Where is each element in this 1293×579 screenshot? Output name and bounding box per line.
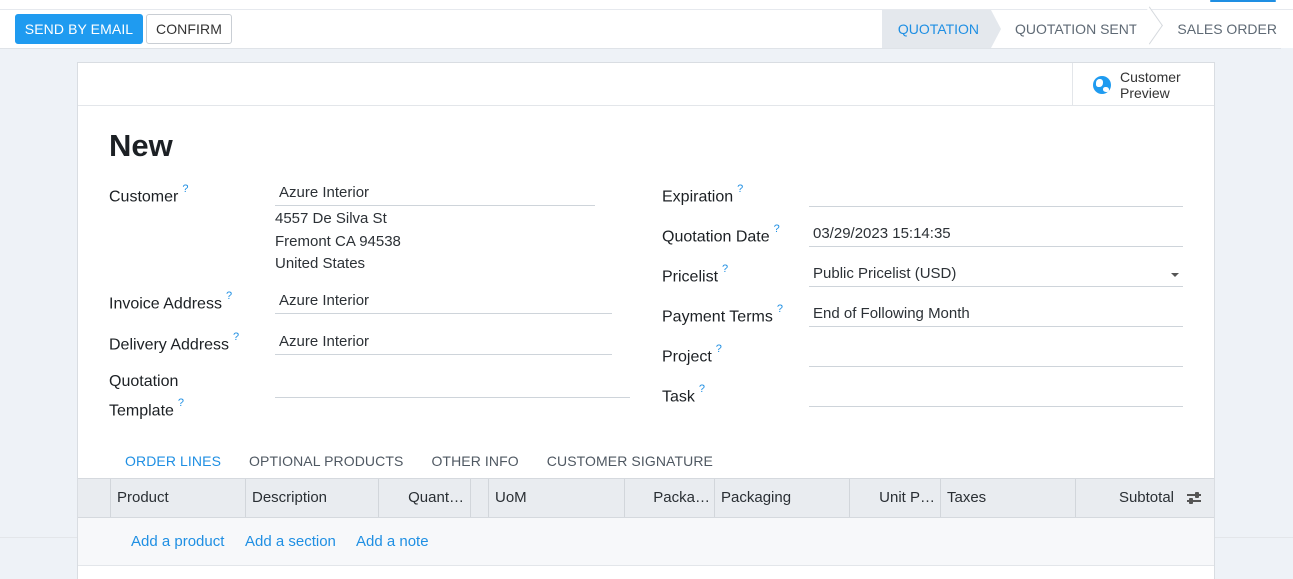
project-label-text: Project (662, 348, 712, 366)
button-box: Customer Preview (78, 63, 1214, 106)
stage-quotation[interactable]: QUOTATION (881, 10, 1002, 48)
help-icon[interactable]: ? (178, 397, 184, 409)
stage-sales-order[interactable]: SALES ORDER (1153, 10, 1293, 48)
expiration-label-text: Expiration (662, 188, 734, 206)
payment-terms-field[interactable]: End of Following Month (809, 302, 1183, 327)
column-header-taxes[interactable]: Taxes (940, 479, 1075, 517)
column-header-product[interactable]: Product (110, 479, 245, 517)
delivery-address-field[interactable]: Azure Interior (275, 330, 612, 355)
customer-address-line: 4557 De Silva St (275, 210, 387, 227)
quotation-date-label-text: Quotation Date (662, 228, 770, 246)
help-icon[interactable]: ? (722, 263, 728, 275)
expiration-label: Expiration? (662, 180, 743, 209)
quotation-date-field[interactable]: 03/29/2023 15:14:35 (809, 222, 1183, 247)
project-label: Project? (662, 340, 722, 369)
quotation-date-label: Quotation Date? (662, 220, 780, 249)
top-bar (0, 0, 1293, 10)
globe-icon (1093, 75, 1111, 94)
pricelist-label: Pricelist? (662, 260, 728, 289)
help-icon[interactable]: ? (774, 223, 780, 235)
pricelist-value: Public Pricelist (USD) (813, 265, 957, 282)
task-field[interactable] (809, 382, 1183, 407)
help-icon[interactable]: ? (716, 343, 722, 355)
invoice-address-label: Invoice Address? (109, 287, 232, 316)
tab-order-lines[interactable]: ORDER LINES (111, 446, 235, 478)
add-product-link[interactable]: Add a product (131, 533, 224, 550)
customer-address-line: Fremont CA 94538 (275, 233, 401, 250)
customer-label-text: Customer (109, 188, 179, 206)
column-header-subtotal[interactable]: Subtotal (1075, 479, 1180, 517)
customer-preview-label: Customer Preview (1120, 68, 1181, 101)
help-icon[interactable]: ? (699, 383, 705, 395)
page-title: New (109, 128, 173, 163)
add-note-link[interactable]: Add a note (356, 533, 429, 550)
column-header-uom[interactable]: UoM (488, 479, 624, 517)
vertical-scrollbar[interactable] (1281, 48, 1293, 538)
send-by-email-button[interactable]: SEND BY EMAIL (15, 14, 143, 44)
column-settings-icon[interactable] (1187, 492, 1201, 504)
task-label: Task? (662, 380, 705, 409)
control-panel: SEND BY EMAIL CONFIRM QUOTATION QUOTATIO… (0, 10, 1293, 49)
payment-terms-label: Payment Terms? (662, 300, 783, 329)
help-icon[interactable]: ? (233, 331, 239, 343)
top-accent-bar (1210, 0, 1276, 2)
help-icon[interactable]: ? (182, 183, 188, 195)
status-stages: QUOTATION QUOTATION SENT SALES ORDER (881, 10, 1293, 48)
notebook-tabs: ORDER LINES OPTIONAL PRODUCTS OTHER INFO… (111, 446, 727, 478)
chevron-down-icon[interactable] (1171, 273, 1179, 277)
customer-address-line: United States (275, 255, 366, 272)
task-label-text: Task (662, 388, 695, 406)
delivery-address-label: Delivery Address? (109, 328, 239, 357)
order-lines-header: Product Description Quant… UoM Packa… Pa… (78, 478, 1214, 518)
tab-optional-products[interactable]: OPTIONAL PRODUCTS (235, 446, 417, 478)
add-section-link[interactable]: Add a section (245, 533, 336, 550)
tab-customer-signature[interactable]: CUSTOMER SIGNATURE (533, 446, 727, 478)
customer-preview-button[interactable]: Customer Preview (1072, 63, 1214, 106)
stage-quotation-sent[interactable]: QUOTATION SENT (991, 10, 1153, 48)
quotation-template-label-line2: Template (109, 402, 174, 420)
column-header-packaging-qty[interactable]: Packa… (624, 479, 716, 517)
invoice-address-field[interactable]: Azure Interior (275, 289, 612, 314)
project-field[interactable] (809, 342, 1183, 367)
help-icon[interactable]: ? (737, 183, 743, 195)
quotation-template-label-line1: Quotation (109, 373, 179, 390)
column-header-quantity[interactable]: Quant… (378, 479, 470, 517)
add-line-row: Add a product Add a section Add a note (78, 518, 1214, 566)
invoice-address-label-text: Invoice Address (109, 295, 222, 313)
column-header-packaging[interactable]: Packaging (714, 479, 849, 517)
quotation-template-field[interactable] (275, 373, 630, 398)
expiration-field[interactable] (809, 182, 1183, 207)
payment-terms-label-text: Payment Terms (662, 308, 773, 326)
confirm-button[interactable]: CONFIRM (146, 14, 232, 44)
customer-field[interactable]: Azure Interior (275, 181, 595, 206)
column-header-description[interactable]: Description (245, 479, 378, 517)
tab-other-info[interactable]: OTHER INFO (417, 446, 532, 478)
customer-label: Customer? (109, 180, 188, 209)
column-header-unit-price[interactable]: Unit P… (849, 479, 941, 517)
pricelist-select[interactable]: Public Pricelist (USD) (809, 262, 1183, 287)
quotation-template-label: Quotation Template? (109, 369, 184, 423)
delivery-address-label-text: Delivery Address (109, 336, 230, 354)
help-icon[interactable]: ? (777, 303, 783, 315)
form-sheet: Customer Preview New Customer? Azure Int… (77, 62, 1215, 579)
pricelist-label-text: Pricelist (662, 268, 719, 286)
help-icon[interactable]: ? (226, 290, 232, 302)
